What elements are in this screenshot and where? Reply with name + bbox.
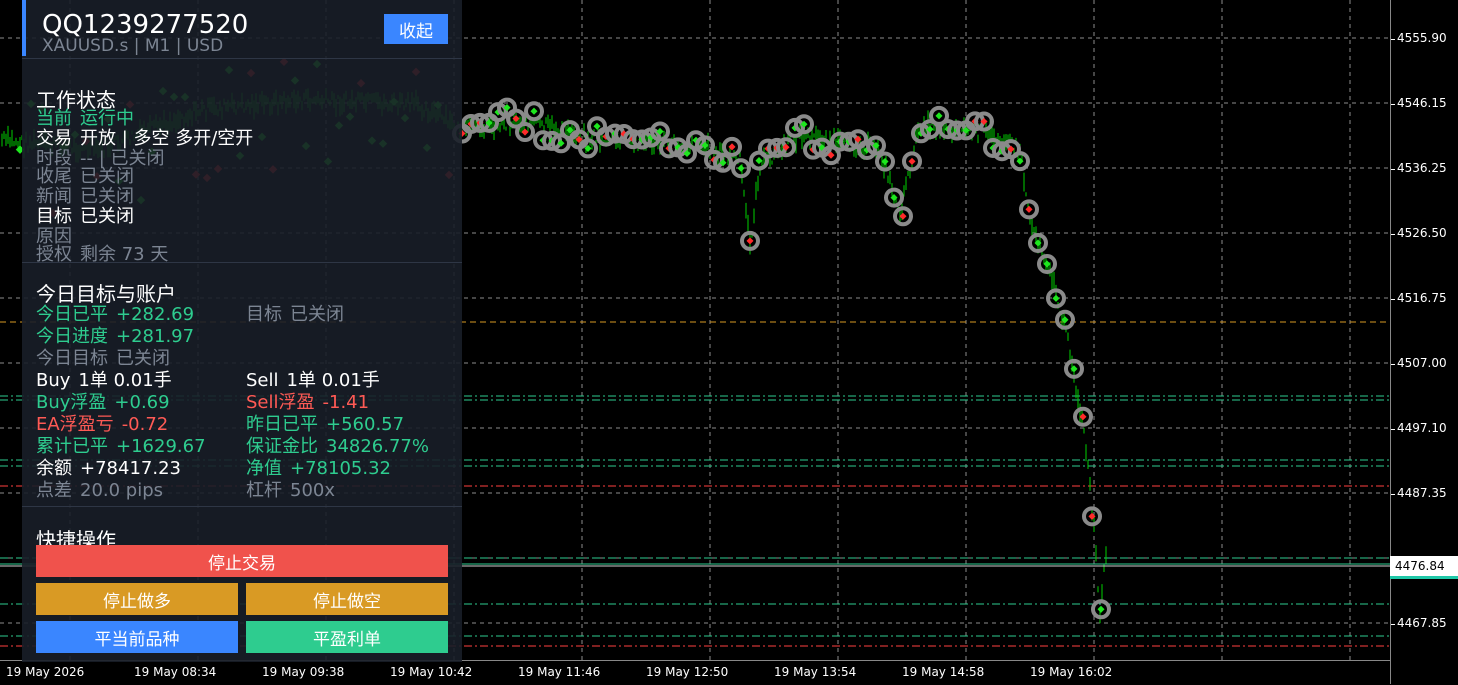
close-symbol-button[interactable]: 平当前品种: [36, 621, 238, 653]
buy-arrow-icon: [1025, 205, 1033, 213]
leverage: 杠杆 500x: [246, 480, 336, 501]
time-label: 19 May 09:38: [262, 665, 345, 679]
sell-arrow-icon: [593, 122, 601, 130]
ea-control-panel: QQ1239277520 XAUUSD.s | M1 | USD 收起 工作状态…: [22, 0, 462, 662]
price-tick: 4526.50: [1391, 226, 1447, 240]
time-axis[interactable]: 19 May 2026 19 May 08:34 19 May 09:38 19…: [0, 660, 1390, 685]
price-tick: 4487.35: [1391, 486, 1447, 500]
current-price-label: 4476.84: [1390, 556, 1458, 579]
spread: 点差 20.0 pips: [36, 480, 164, 501]
panel-accent-bar: [22, 0, 26, 56]
price-tick: 4467.85: [1391, 616, 1447, 630]
time-label: 19 May 12:50: [646, 665, 729, 679]
buy-arrow-icon: [908, 157, 916, 165]
time-label: 19 May 11:46: [518, 665, 601, 679]
price-tick: 4516.75: [1391, 291, 1447, 305]
sell-arrow-icon: [1097, 605, 1105, 613]
price-tick: 4536.25: [1391, 161, 1447, 175]
divider: [22, 506, 462, 507]
sell-arrow-icon: [935, 112, 943, 120]
stop-trading-button[interactable]: 停止交易: [36, 545, 448, 577]
divider: [22, 58, 462, 59]
price-axis[interactable]: 4555.90 4546.15 4536.25 4526.50 4516.75 …: [1390, 0, 1458, 684]
buy-arrow-icon: [1079, 413, 1087, 421]
collapse-button[interactable]: 收起: [384, 14, 448, 44]
price-tick: 4497.10: [1391, 421, 1447, 435]
stop-short-button[interactable]: 停止做空: [246, 583, 448, 615]
buy-arrow-icon: [746, 237, 754, 245]
price-tick: 4555.90: [1391, 31, 1447, 45]
close-profit-button[interactable]: 平盈利单: [246, 621, 448, 653]
sell-arrow-icon: [1052, 294, 1060, 302]
sell-arrow-icon: [1043, 260, 1051, 268]
sell-arrow-icon: [737, 164, 745, 172]
time-label: 19 May 08:34: [134, 665, 217, 679]
target-status: 目标 已关闭: [246, 304, 344, 325]
time-label: 19 May 14:58: [902, 665, 985, 679]
stop-long-button[interactable]: 停止做多: [36, 583, 238, 615]
sell-arrow-icon: [755, 157, 763, 165]
time-label: 19 May 13:54: [774, 665, 857, 679]
symbol-timeframe-line: XAUUSD.s | M1 | USD: [42, 36, 224, 56]
time-label: 19 May 10:42: [390, 665, 473, 679]
time-label: 19 May 2026: [6, 665, 85, 679]
buy-arrow-icon: [899, 212, 907, 220]
divider: [22, 262, 462, 263]
buy-arrow-icon: [521, 128, 529, 136]
price-tick: 4507.00: [1391, 356, 1447, 370]
time-label: 19 May 16:02: [1030, 665, 1113, 679]
price-tick: 4546.15: [1391, 96, 1447, 110]
sell-arrow-icon: [881, 158, 889, 166]
sell-arrow-icon: [530, 107, 538, 115]
